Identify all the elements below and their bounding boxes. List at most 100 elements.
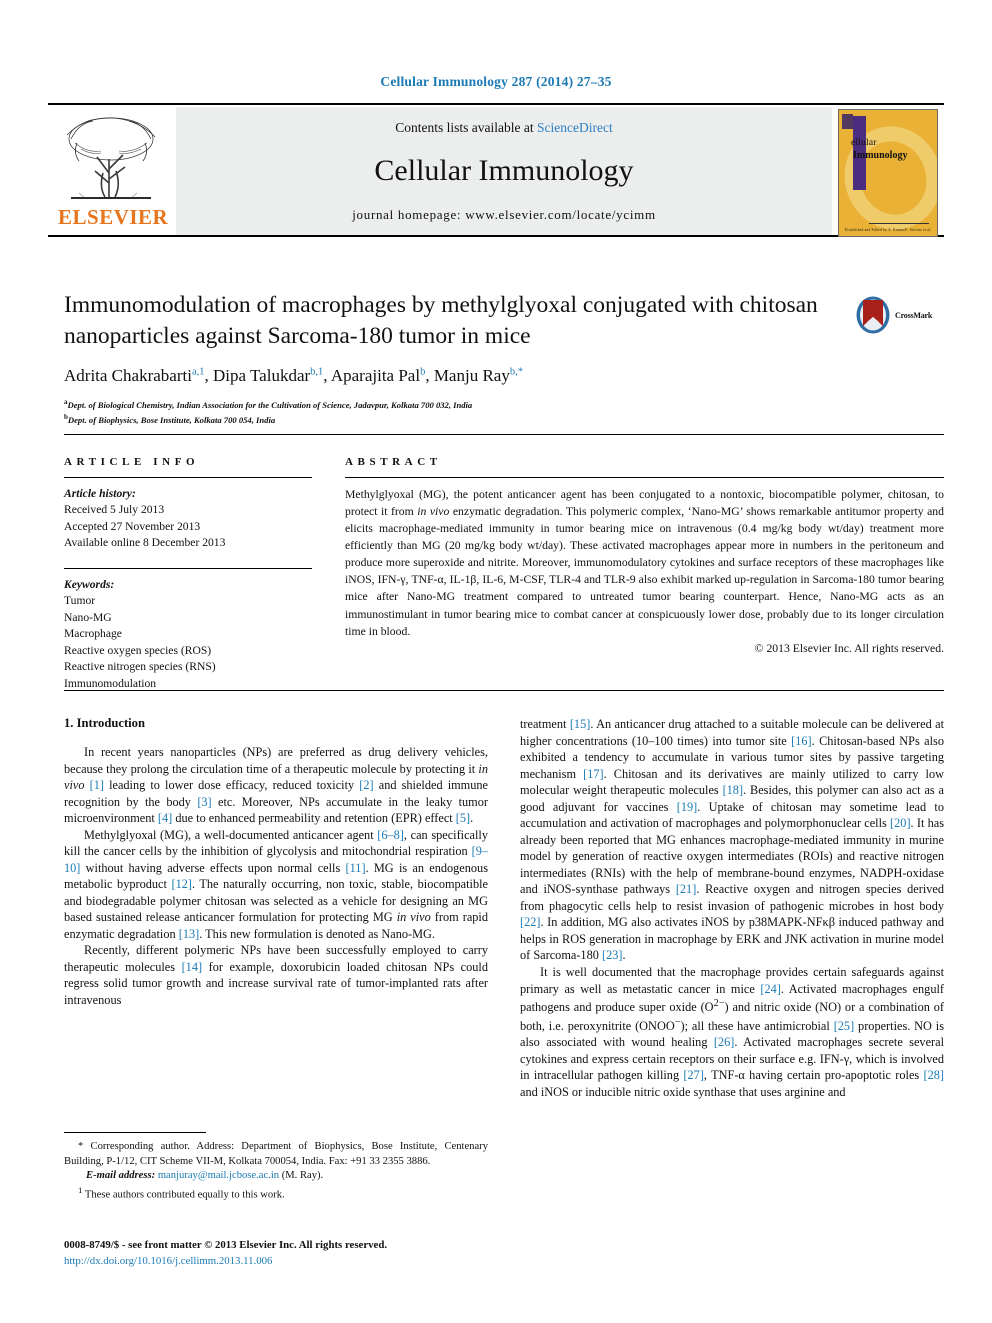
citation-ref[interactable]: [20] (890, 816, 911, 830)
affiliation-item: bDept. of Biophysics, Bose Institute, Ko… (64, 412, 276, 425)
cover-footer-text: Established and Edited by A. Kumar/E. Se… (844, 228, 932, 232)
body-paragraph: Methylglyoxal (MG), a well-documented an… (64, 827, 488, 941)
imprint-block: 0008-8749/$ - see front matter © 2013 El… (64, 1238, 504, 1269)
body-paragraph: treatment [15]. An anticancer drug attac… (520, 717, 945, 963)
latin-phrase: in vivo (417, 505, 450, 519)
citation-ref[interactable]: [22] (520, 915, 541, 929)
abstract-text: Methylglyoxal (MG), the potent anticance… (345, 488, 944, 638)
cover-elsevier-mark (842, 114, 853, 129)
citation-ref[interactable]: [16] (791, 734, 812, 748)
running-head: Cellular Immunology 287 (2014) 27–35 (380, 74, 612, 89)
citation-ref[interactable]: [17] (583, 767, 604, 781)
article-history-items: Received 5 July 2013 Accepted 27 November… (64, 502, 312, 551)
crossmark-label: CrossMark (895, 310, 933, 320)
introduction-right-paragraphs: treatment [15]. An anticancer drug attac… (520, 716, 944, 1100)
citation-ref[interactable]: [28] (924, 1068, 945, 1082)
article-info-heading: ARTICLE INFO (64, 456, 200, 468)
email-link[interactable]: manjuray@mail.jcbose.ac.in (158, 1170, 279, 1181)
citation-ref[interactable]: [21] (676, 882, 697, 896)
citation-ref[interactable]: [6–8] (377, 828, 404, 842)
cover-footer-rule (869, 223, 929, 224)
citation-ref[interactable]: [27] (683, 1068, 704, 1082)
cover-title-line1: ellular (851, 138, 877, 148)
journal-band: Contents lists available at ScienceDirec… (176, 107, 832, 235)
citation-ref[interactable]: [23] (602, 948, 623, 962)
author-list: Adrita Chakrabartia,1, Dipa Talukdarb,1,… (64, 366, 523, 386)
citation-ref[interactable]: [24] (760, 982, 781, 996)
email-suffix: (M. Ray). (281, 1170, 324, 1182)
info-top-rule (64, 434, 944, 435)
body-columns: 1. Introduction In recent years nanopart… (64, 716, 944, 1136)
body-column-left: 1. Introduction In recent years nanopart… (64, 716, 488, 1009)
elsevier-logo: ELSEVIER (48, 107, 176, 235)
article-info-column: ARTICLE INFO Article history: Received 5… (64, 456, 312, 692)
citation-ref[interactable]: [15] (570, 717, 591, 731)
article-history-label: Article history: (64, 487, 136, 500)
keywords-block: Keywords: Tumor Nano-MG Macrophage Reactive… (64, 577, 312, 692)
keyword-item: Immunomodulation (64, 676, 157, 690)
affiliation-item: aDept. of Biological Chemistry, Indian A… (64, 398, 473, 410)
crossmark-badge[interactable]: CrossMark (856, 293, 948, 337)
introduction-left-paragraphs: In recent years nanoparticles (NPs) are … (64, 744, 488, 1009)
body-paragraph: Recently, different polymeric NPs have b… (64, 943, 488, 1007)
email-label: E-mail address: (86, 1170, 156, 1182)
keyword-item: Reactive nitrogen species (RNS) (64, 660, 216, 674)
citation-ref[interactable]: [4] (158, 811, 172, 825)
author-affiliation-mark: b,* (509, 366, 523, 378)
citation-ref[interactable]: [19] (677, 800, 698, 814)
citation-ref[interactable]: [2] (359, 778, 373, 792)
author-name: Aparajita Pal (330, 366, 421, 386)
citation-ref[interactable]: [18] (723, 783, 744, 797)
latin-phrase: in vivo (396, 910, 431, 925)
journal-cover-cell: ellular Immunology Established and Edite… (832, 107, 944, 237)
article-history-item: Received 5 July 2013 (64, 503, 165, 517)
citation-ref[interactable]: [12] (171, 877, 192, 891)
citation-ref[interactable]: [9–10] (64, 844, 488, 875)
journal-masthead: ELSEVIER Contents lists available at Sci… (48, 103, 944, 237)
citation-ref[interactable]: [13] (179, 927, 200, 941)
citation-ref[interactable]: [5] (456, 811, 470, 825)
abstract-copyright: © 2013 Elsevier Inc. All rights reserved… (754, 641, 944, 655)
keywords-label: Keywords: (64, 577, 115, 591)
latin-phrase: in vivo (64, 761, 488, 793)
equal-contribution-text: These authors contributed equally to thi… (84, 1189, 285, 1201)
article-history-item: Available online 8 December 2013 (64, 536, 226, 550)
citation-ref[interactable]: [25] (834, 1019, 855, 1033)
sciencedirect-link[interactable]: ScienceDirect (537, 120, 613, 135)
article-info-rule (64, 477, 312, 478)
crossmark-icon (856, 296, 890, 334)
keyword-item: Tumor (64, 594, 96, 608)
doi-link[interactable]: http://dx.doi.org/10.1016/j.cellimm.2013… (64, 1254, 504, 1270)
author-affiliation-mark: a,1 (191, 366, 205, 378)
citation-ref[interactable]: [11] (346, 861, 366, 875)
footnote-block: * Corresponding author. Address: Departm… (64, 1140, 488, 1203)
contents-available-line: Contents lists available at ScienceDirec… (176, 120, 832, 136)
keyword-item: Macrophage (64, 627, 122, 641)
citation-ref[interactable]: [3] (197, 795, 211, 809)
body-column-right: treatment [15]. An anticancer drug attac… (520, 716, 944, 1100)
footnote-rule (64, 1132, 206, 1133)
contents-prefix: Contents lists available at (395, 120, 537, 135)
page-title: Immunomodulation of macrophages by methy… (64, 292, 818, 350)
cover-title-line2: Immunology (853, 150, 908, 161)
elsevier-tree-icon (66, 117, 156, 199)
elsevier-wordmark: ELSEVIER (58, 205, 169, 229)
keywords-items: Tumor Nano-MG Macrophage Reactive oxygen sp… (64, 593, 312, 692)
article-history-block: Article history: Received 5 July 2013 Acc… (64, 486, 312, 552)
equal-contribution-mark: 1 (78, 1184, 83, 1195)
paper-page: Cellular Immunology 287 (2014) 27–35 ELS… (0, 0, 992, 1323)
equal-contribution-note: 1 These authors contributed equally to t… (64, 1184, 488, 1203)
body-paragraph: It is well documented that the macrophag… (520, 964, 945, 1099)
corresponding-author-note: * Corresponding author. Address: Departm… (64, 1141, 488, 1167)
citation-ref[interactable]: [26] (714, 1035, 735, 1049)
title-block: Immunomodulation of macrophages by methy… (64, 290, 854, 427)
citation-ref[interactable]: [14] (182, 960, 203, 974)
journal-homepage-line[interactable]: journal homepage: www.elsevier.com/locat… (176, 207, 832, 223)
imprint-line: 0008-8749/$ - see front matter © 2013 El… (64, 1239, 388, 1251)
abstract-column: ABSTRACT Methylglyoxal (MG), the potent … (345, 456, 944, 655)
author-affiliation-mark: b (420, 366, 426, 378)
affiliation-list: aDept. of Biological Chemistry, Indian A… (64, 397, 854, 427)
affiliation-mark: a (64, 398, 68, 407)
citation-ref[interactable]: [1] (90, 778, 104, 792)
section-heading-introduction: 1. Introduction (64, 716, 145, 730)
